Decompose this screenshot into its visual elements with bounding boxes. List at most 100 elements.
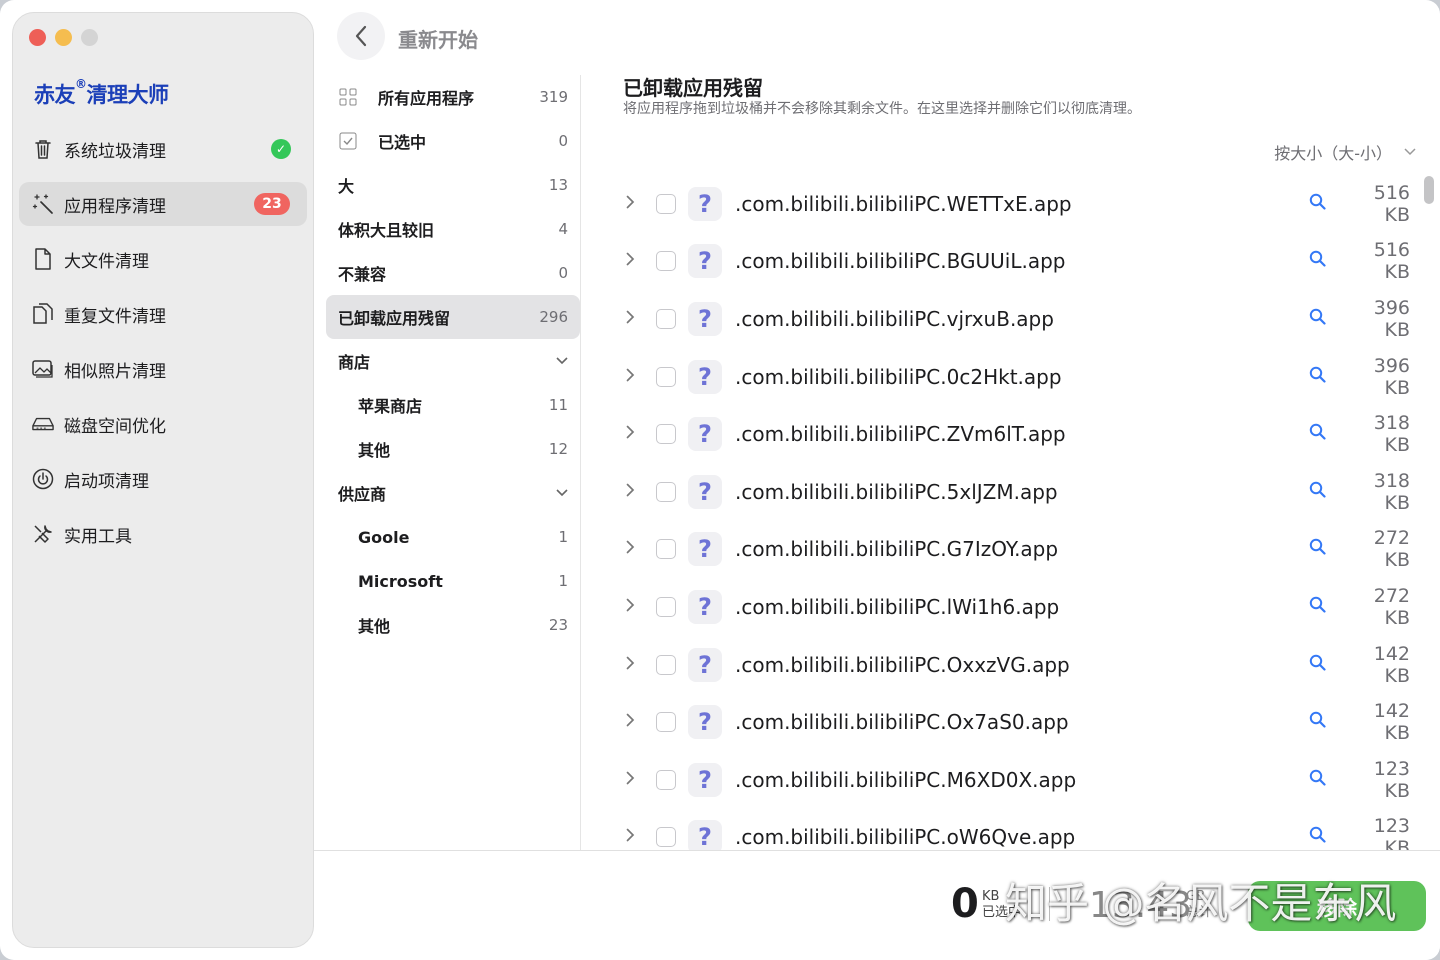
category-vendor-microsoft[interactable]: Microsoft 1 — [326, 559, 580, 603]
list-item[interactable]: ? .com.bilibili.bilibiliPC.oW6Qve.app 123 … — [612, 809, 1412, 850]
category-count: 296 — [539, 308, 568, 326]
category-incompatible[interactable]: 不兼容 0 — [326, 251, 580, 295]
item-checkbox[interactable] — [656, 654, 676, 675]
item-checkbox[interactable] — [656, 769, 676, 790]
chevron-right-icon[interactable] — [626, 367, 648, 387]
sidebar-item-system-junk[interactable]: 系统垃圾清理 ✓ — [19, 127, 307, 171]
chevron-right-icon[interactable] — [626, 770, 648, 790]
search-icon[interactable] — [1309, 538, 1326, 560]
tools-icon — [32, 523, 54, 545]
search-icon[interactable] — [1309, 308, 1326, 330]
category-selected[interactable]: 已选中 0 — [326, 119, 580, 163]
restart-label[interactable]: 重新开始 — [398, 24, 478, 53]
list-item[interactable]: ? .com.bilibili.bilibiliPC.WETTxE.app 516 … — [612, 175, 1412, 233]
sidebar-item-duplicate-files[interactable]: 重复文件清理 — [19, 292, 307, 336]
item-checkbox[interactable] — [656, 424, 676, 445]
list-item[interactable]: ? .com.bilibili.bilibiliPC.OxxzVG.app 142 … — [612, 636, 1412, 694]
disk-icon — [32, 413, 54, 435]
item-checkbox[interactable] — [656, 366, 676, 387]
search-icon[interactable] — [1309, 250, 1326, 272]
total-size-caption: GB 总计 — [1186, 889, 1212, 921]
item-checkbox[interactable] — [656, 251, 676, 272]
category-list: 所有应用程序 319 已选中 0 大 13 体积大且较旧 4 不兼容 0 已卸载… — [326, 75, 580, 647]
sidebar-item-similar-photos[interactable]: 相似照片清理 — [19, 347, 307, 391]
close-window-button[interactable] — [29, 29, 46, 46]
sidebar-nav: 系统垃圾清理 ✓ 应用程序清理 23 大文件清理 重复文件清理 相似照片清理 磁… — [19, 127, 307, 567]
category-vendor-group[interactable]: 供应商 — [326, 471, 580, 515]
search-icon[interactable] — [1309, 193, 1326, 215]
back-button[interactable] — [337, 12, 385, 60]
chevron-right-icon[interactable] — [626, 251, 648, 271]
item-name: .com.bilibili.bilibiliPC.vjrxuB.app — [735, 306, 1054, 331]
sidebar-item-label: 重复文件清理 — [64, 306, 166, 327]
category-all-apps[interactable]: 所有应用程序 319 — [326, 75, 580, 119]
item-checkbox[interactable] — [656, 308, 676, 329]
chevron-right-icon[interactable] — [626, 655, 648, 675]
chevron-right-icon[interactable] — [626, 424, 648, 444]
search-icon[interactable] — [1309, 596, 1326, 618]
item-checkbox[interactable] — [656, 481, 676, 502]
item-checkbox[interactable] — [656, 827, 676, 848]
list-item[interactable]: ? .com.bilibili.bilibiliPC.ZVm6lT.app 318 … — [612, 405, 1412, 463]
category-vendor-other[interactable]: 其他 23 — [326, 603, 580, 647]
item-checkbox[interactable] — [656, 712, 676, 733]
chevron-right-icon[interactable] — [626, 309, 648, 329]
list-scrollbar[interactable] — [1424, 176, 1434, 204]
search-icon[interactable] — [1309, 481, 1326, 503]
item-checkbox[interactable] — [656, 596, 676, 617]
item-name: .com.bilibili.bilibiliPC.BGUUiL.app — [735, 249, 1066, 274]
search-icon[interactable] — [1309, 423, 1326, 445]
category-uninstalled-leftovers[interactable]: 已卸载应用残留 296 — [326, 295, 580, 339]
list-item[interactable]: ? .com.bilibili.bilibiliPC.BGUUiL.app 516 … — [612, 233, 1412, 291]
category-large[interactable]: 大 13 — [326, 163, 580, 207]
category-large-old[interactable]: 体积大且较旧 4 — [326, 207, 580, 251]
zoom-window-button[interactable] — [81, 29, 98, 46]
chevron-right-icon[interactable] — [626, 194, 648, 214]
item-checkbox[interactable] — [656, 193, 676, 214]
item-name: .com.bilibili.bilibiliPC.0c2Hkt.app — [735, 364, 1062, 389]
sidebar-item-startup-items[interactable]: 启动项清理 — [19, 457, 307, 501]
list-item[interactable]: ? .com.bilibili.bilibiliPC.5xlJZM.app 318 … — [612, 463, 1412, 521]
search-icon[interactable] — [1309, 769, 1326, 791]
total-size-unit: GB — [1186, 889, 1205, 904]
selected-size-label: 已选中 — [982, 905, 1022, 920]
sort-dropdown[interactable]: 按大小（大-小） — [1274, 140, 1416, 164]
category-vendor-goole[interactable]: Goole 1 — [326, 515, 580, 559]
chevron-right-icon[interactable] — [626, 712, 648, 732]
search-icon[interactable] — [1309, 826, 1326, 848]
search-icon[interactable] — [1309, 711, 1326, 733]
sidebar-item-large-files[interactable]: 大文件清理 — [19, 237, 307, 281]
item-checkbox[interactable] — [656, 539, 676, 560]
brand-name-b: 清理大师 — [86, 83, 170, 107]
magic-wand-icon — [32, 193, 54, 215]
chevron-right-icon[interactable] — [626, 482, 648, 502]
category-store-group[interactable]: 商店 — [326, 339, 580, 383]
category-label: 其他 — [358, 441, 391, 460]
category-store-other[interactable]: 其他 12 — [326, 427, 580, 471]
list-item[interactable]: ? .com.bilibili.bilibiliPC.vjrxuB.app 396 … — [612, 290, 1412, 348]
sidebar-item-app-cleanup[interactable]: 应用程序清理 23 — [19, 182, 307, 226]
list-item[interactable]: ? .com.bilibili.bilibiliPC.Ox7aS0.app 142 … — [612, 693, 1412, 751]
category-apple-store[interactable]: 苹果商店 11 — [326, 383, 580, 427]
search-icon[interactable] — [1309, 366, 1326, 388]
chevron-left-icon — [355, 25, 367, 47]
sidebar-item-disk-space[interactable]: 磁盘空间优化 — [19, 402, 307, 446]
category-label: 不兼容 — [338, 265, 387, 284]
unknown-app-icon: ? — [688, 705, 722, 740]
minimize-window-button[interactable] — [55, 29, 72, 46]
search-icon[interactable] — [1309, 654, 1326, 676]
item-name: .com.bilibili.bilibiliPC.lWi1h6.app — [735, 594, 1060, 619]
item-size: 272 KB — [1373, 527, 1410, 572]
unknown-app-icon: ? — [688, 762, 722, 797]
sidebar-item-utilities[interactable]: 实用工具 — [19, 512, 307, 556]
trash-icon — [32, 138, 54, 160]
list-item[interactable]: ? .com.bilibili.bilibiliPC.0c2Hkt.app 396 … — [612, 348, 1412, 406]
chevron-right-icon[interactable] — [626, 827, 648, 847]
chevron-right-icon[interactable] — [626, 539, 648, 559]
list-item[interactable]: ? .com.bilibili.bilibiliPC.lWi1h6.app 272 … — [612, 578, 1412, 636]
list-item[interactable]: ? .com.bilibili.bilibiliPC.M6XD0X.app 123 … — [612, 751, 1412, 809]
remove-button[interactable]: 移除 — [1248, 881, 1426, 931]
chevron-right-icon[interactable] — [626, 597, 648, 617]
item-size: 396 KB — [1373, 354, 1410, 399]
list-item[interactable]: ? .com.bilibili.bilibiliPC.G7IzOY.app 272 … — [612, 521, 1412, 579]
